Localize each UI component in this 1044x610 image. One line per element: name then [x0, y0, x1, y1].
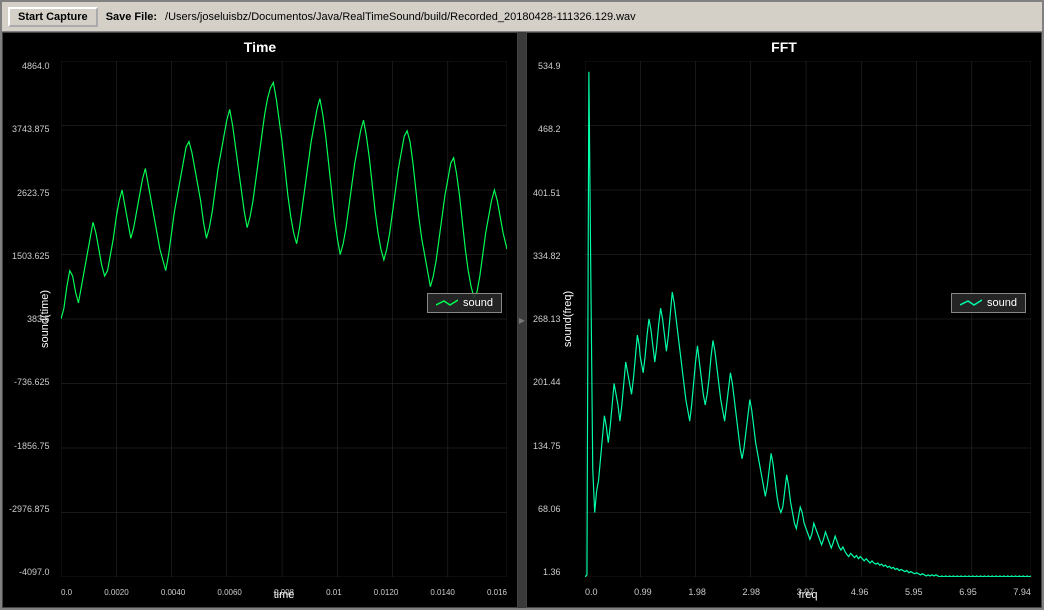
- toolbar: Start Capture Save File: /Users/joseluis…: [2, 2, 1042, 32]
- time-legend-text: sound: [463, 297, 493, 309]
- fft-legend-line-icon: [960, 298, 982, 308]
- fft-y-ticks: 534.9 468.2 401.51 334.82 268.13 201.44 …: [533, 61, 561, 577]
- fft-y-axis-label: sound(freq): [562, 291, 574, 347]
- time-legend-line-icon: [436, 298, 458, 308]
- app-window: Start Capture Save File: /Users/joseluis…: [0, 0, 1044, 610]
- start-capture-button[interactable]: Start Capture: [8, 7, 98, 27]
- fft-chart-title: FFT: [527, 33, 1041, 57]
- time-x-ticks: 0.0 0.0020 0.0040 0.0060 0.008 0.01 0.01…: [61, 588, 507, 597]
- chart-divider[interactable]: [518, 32, 526, 608]
- fft-legend-text: sound: [987, 297, 1017, 309]
- time-chart-panel: Time sound(time) time 4864.0 3743.875 26…: [2, 32, 518, 608]
- fft-x-ticks: 0.0 0.99 1.98 2.98 3.97 4.96 5.95 6.95 7…: [585, 587, 1031, 597]
- fft-chart-legend: sound: [951, 293, 1026, 313]
- fft-chart-panel: FFT sound(freq) freq 534.9 468.2 401.51 …: [526, 32, 1042, 608]
- time-y-ticks: 4864.0 3743.875 2623.75 1503.625 383.5 -…: [9, 61, 50, 577]
- time-chart-title: Time: [3, 33, 517, 57]
- save-file-label: Save File:: [106, 11, 157, 23]
- fft-chart-svg: [585, 61, 1031, 577]
- charts-container: Time sound(time) time 4864.0 3743.875 26…: [2, 32, 1042, 608]
- time-chart-legend: sound: [427, 293, 502, 313]
- time-chart-svg: [61, 61, 507, 577]
- save-file-path: /Users/joseluisbz/Documentos/Java/RealTi…: [165, 11, 636, 23]
